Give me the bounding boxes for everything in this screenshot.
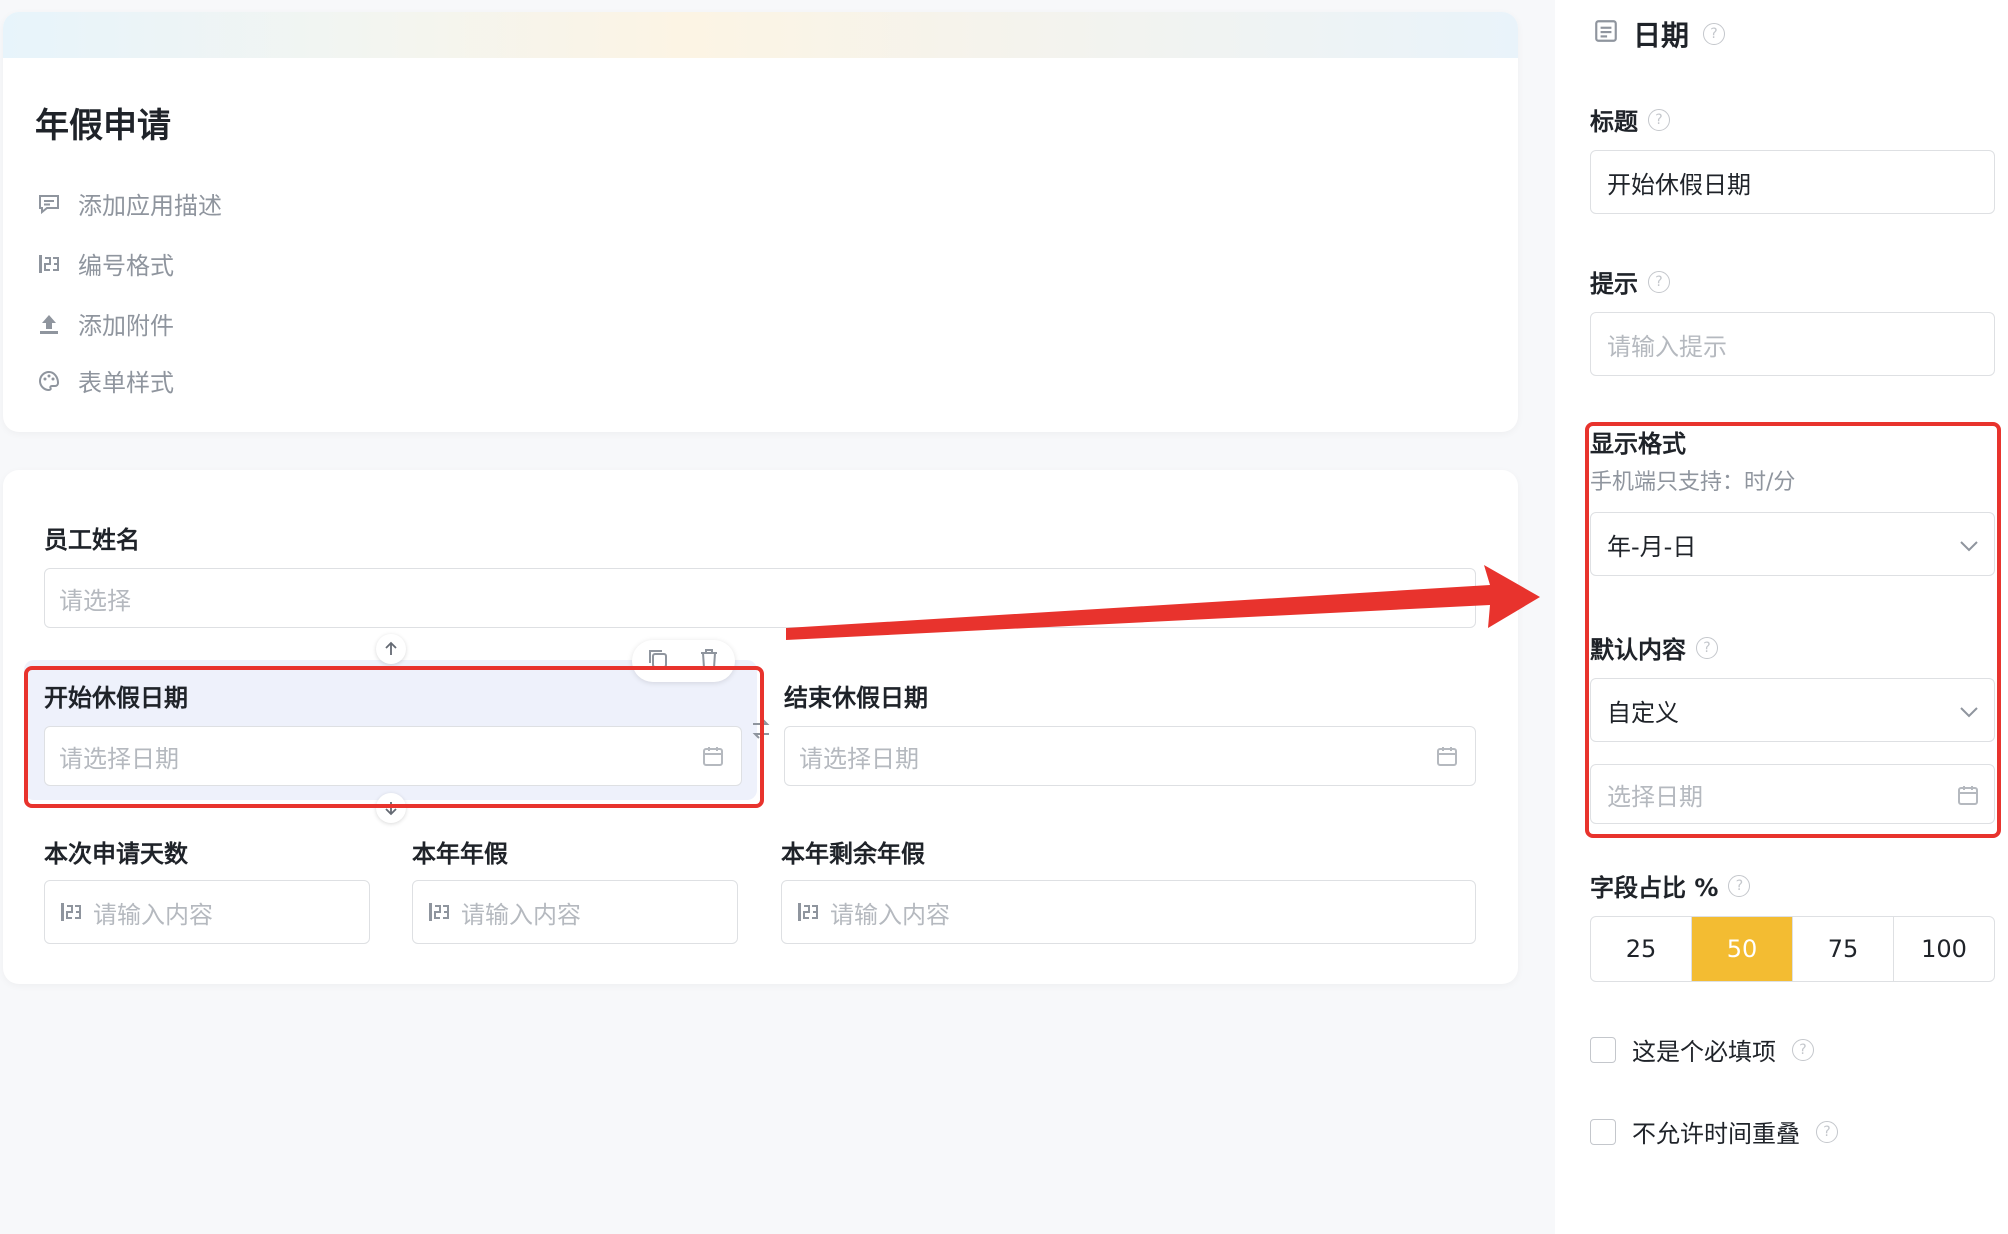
annotation-arrow [786,565,1540,640]
